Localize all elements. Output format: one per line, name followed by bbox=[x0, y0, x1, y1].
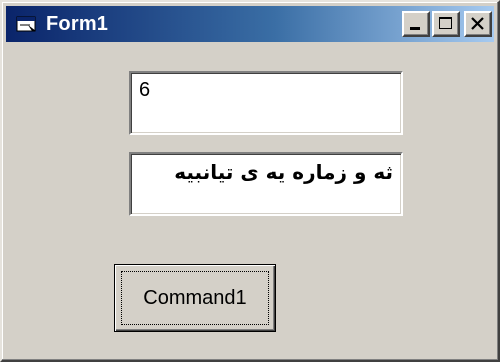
text2-value: ثه و زماره يه ى تيانبيه bbox=[174, 160, 393, 184]
title-buttons bbox=[402, 11, 492, 37]
close-button[interactable] bbox=[464, 11, 492, 37]
form1-window: Form1 6 ثه و زماره يه ى تيانبيه Command1 bbox=[0, 0, 500, 362]
text1-value: 6 bbox=[139, 79, 151, 101]
close-icon bbox=[471, 17, 484, 30]
command1-label: Command1 bbox=[143, 286, 247, 309]
maximize-icon bbox=[439, 17, 452, 29]
maximize-button[interactable] bbox=[432, 11, 460, 37]
window-title: Form1 bbox=[46, 12, 109, 35]
command1-button[interactable]: Command1 bbox=[114, 264, 276, 332]
title-bar[interactable]: Form1 bbox=[6, 6, 494, 42]
minimize-button[interactable] bbox=[402, 11, 430, 37]
form-window-icon[interactable] bbox=[16, 15, 38, 33]
minimize-icon bbox=[410, 27, 420, 30]
text1-input[interactable]: 6 bbox=[129, 71, 403, 135]
text2-input[interactable]: ثه و زماره يه ى تيانبيه bbox=[129, 152, 403, 216]
